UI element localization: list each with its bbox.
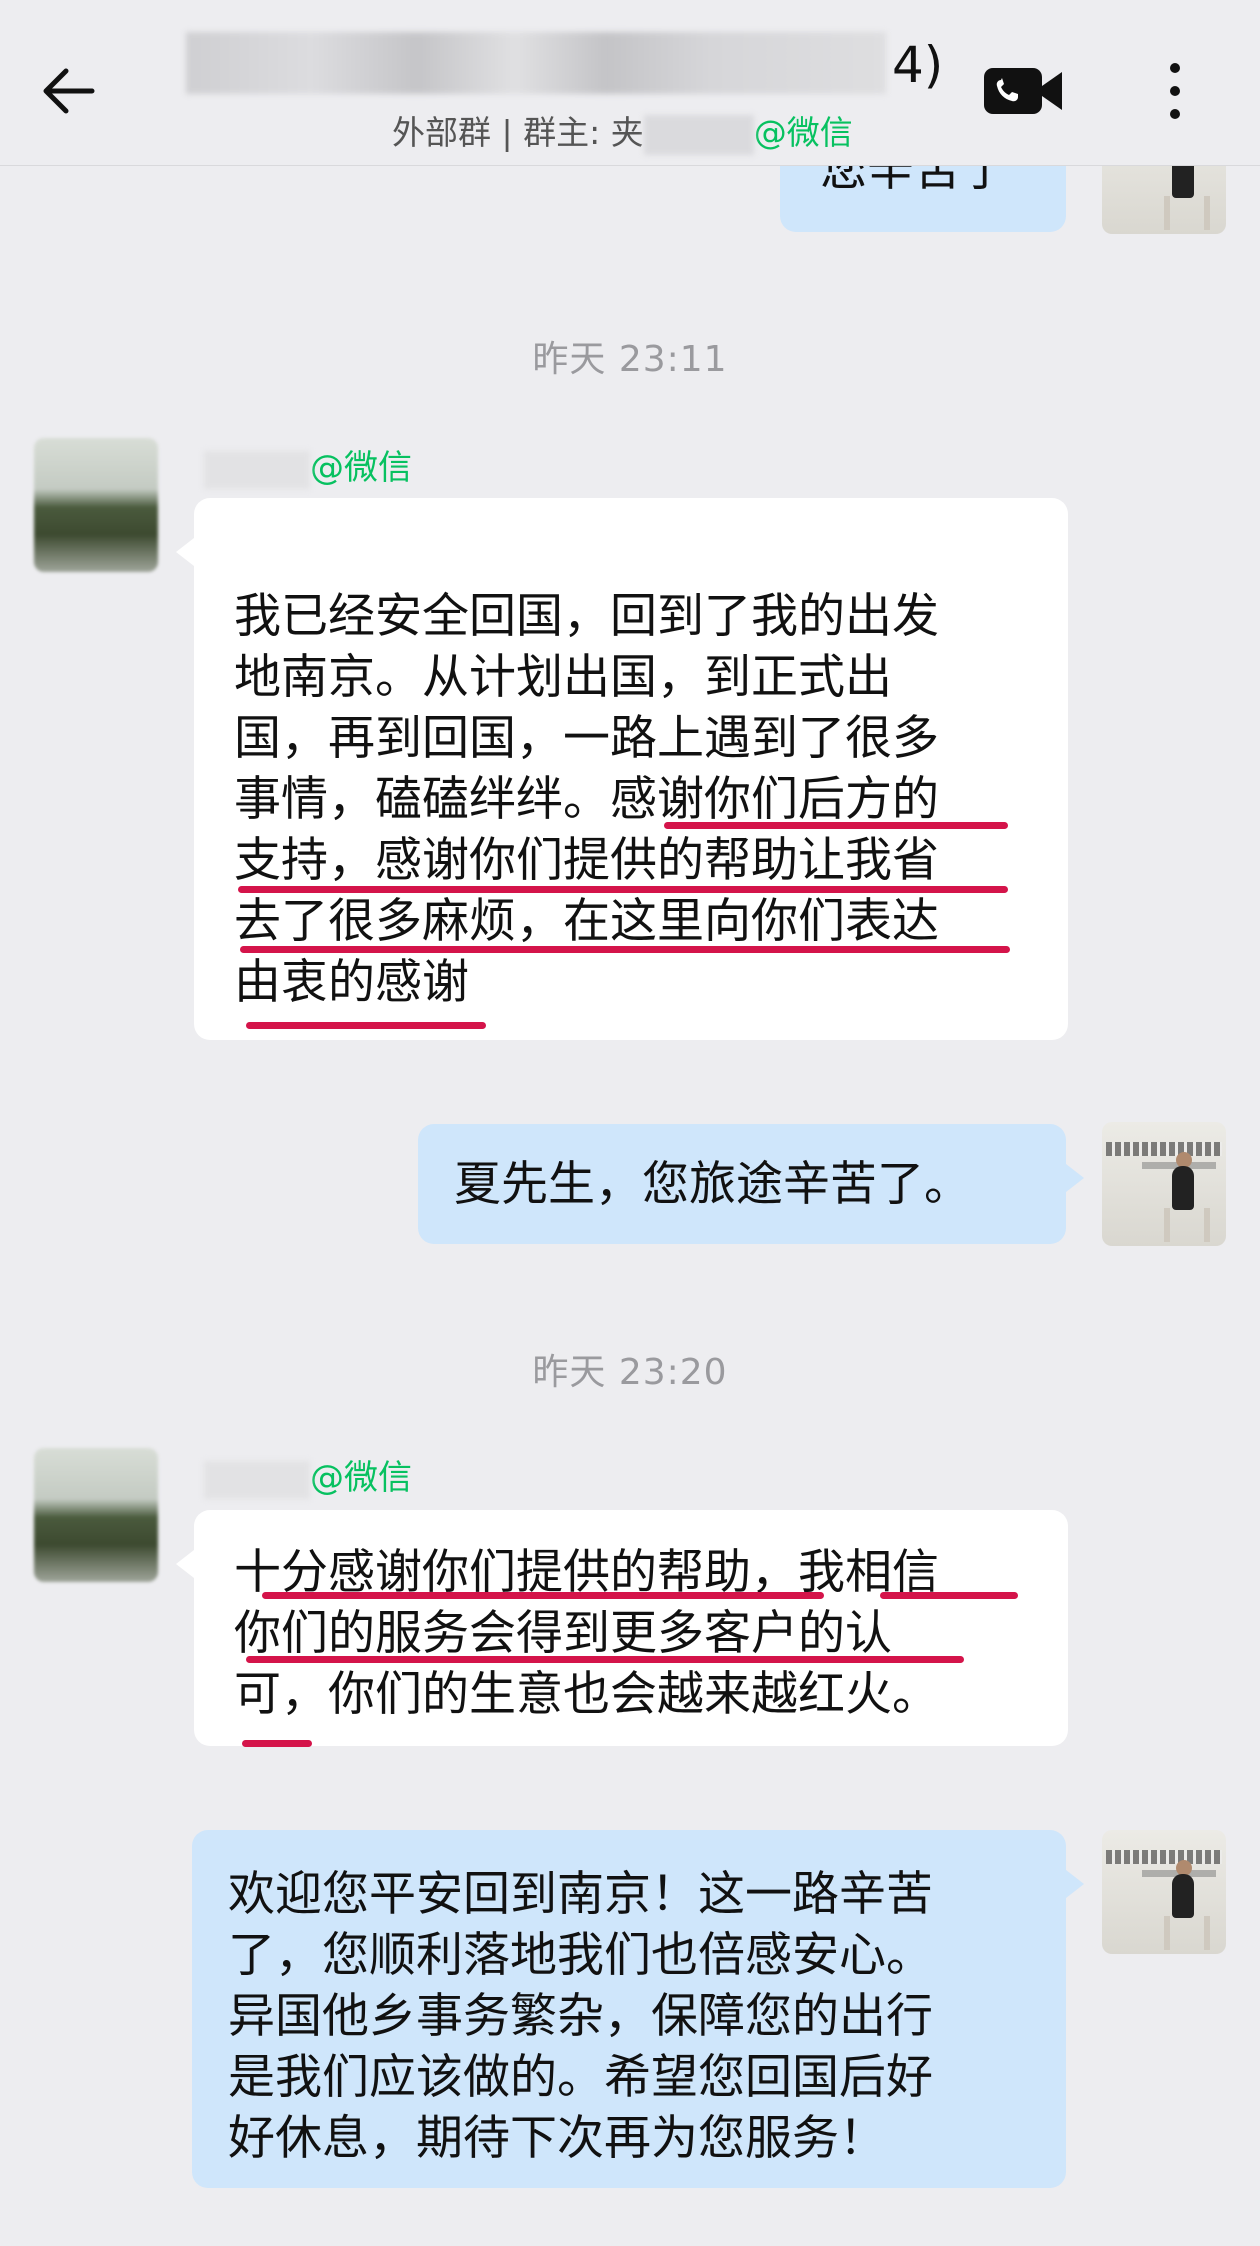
chat-title-redacted <box>186 32 886 94</box>
owner-name-redacted <box>643 114 754 155</box>
highlight-underline <box>240 946 1010 953</box>
outgoing-message[interactable]: 夏先生，您旅途辛苦了。 <box>418 1124 1084 1244</box>
video-call-icon[interactable] <box>982 60 1064 122</box>
sender-name: @微信 <box>204 440 412 489</box>
highlight-underline <box>880 1592 1018 1599</box>
outgoing-message-partial[interactable]: 您辛苦了 <box>780 160 1066 232</box>
message-text: 夏先生，您旅途辛苦了。 <box>454 1157 971 1212</box>
chat-title-suffix: 4) <box>892 36 944 94</box>
highlight-underline <box>238 886 1008 893</box>
my-avatar[interactable] <box>1102 1122 1226 1246</box>
highlight-underline <box>246 1022 486 1029</box>
timestamp: 昨天 23:11 <box>532 339 728 380</box>
highlight-underline <box>246 1656 964 1663</box>
highlight-underline <box>664 822 1008 829</box>
group-subtitle: 外部群 | 群主: 夹 @微信 <box>392 106 853 155</box>
wechat-tag: @微信 <box>753 113 853 152</box>
outgoing-message[interactable]: 欢迎您平安回到南京！这一路辛苦 了，您顺利落地我们也倍感安心。 异国他乡事务繁杂… <box>192 1830 1084 2188</box>
back-arrow-icon[interactable] <box>36 56 106 126</box>
highlight-underline <box>242 1740 312 1747</box>
my-avatar[interactable] <box>1102 1830 1226 1954</box>
highlight-underline <box>262 1592 824 1599</box>
timestamp: 昨天 23:20 <box>532 1352 728 1393</box>
sender-name-redacted <box>204 1460 310 1499</box>
sender-name-redacted <box>204 450 310 489</box>
chat-header: 4) 外部群 | 群主: 夹 @微信 <box>0 0 1260 166</box>
sender-avatar[interactable] <box>34 438 158 572</box>
more-options-icon[interactable] <box>1160 56 1190 126</box>
message-text: 十分感谢你们提供的帮助，我相信 你们的服务会得到更多客户的认 可，你们的生意也会… <box>234 1545 939 1722</box>
message-text: 欢迎您平安回到南京！这一路辛苦 了，您顺利落地我们也倍感安心。 异国他乡事务繁杂… <box>228 1867 933 2166</box>
sender-name: @微信 <box>204 1450 412 1499</box>
incoming-message[interactable]: 我已经安全回国，回到了我的出发 地南京。从计划出国，到正式出 国，再到回国，一路… <box>176 498 1068 1040</box>
sender-avatar[interactable] <box>34 1448 158 1582</box>
group-owner-label: 外部群 | 群主: 夹 <box>392 113 644 152</box>
incoming-message[interactable]: 十分感谢你们提供的帮助，我相信 你们的服务会得到更多客户的认 可，你们的生意也会… <box>176 1510 1068 1746</box>
